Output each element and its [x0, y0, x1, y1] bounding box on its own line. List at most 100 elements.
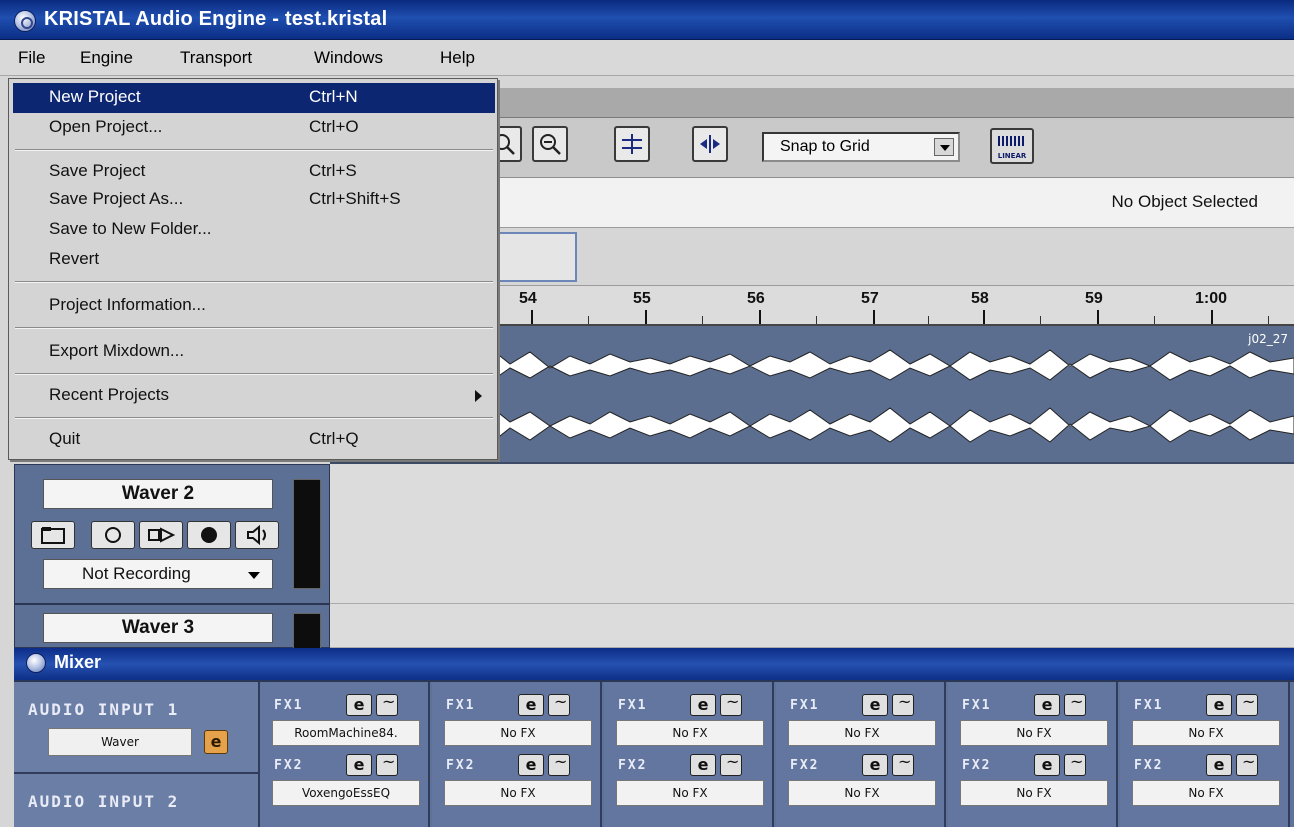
info-strip: No Object Selected [495, 178, 1294, 228]
menu-item-label: Quit [49, 429, 81, 448]
mute-icon[interactable] [91, 521, 135, 549]
menu-item-recent-projects[interactable]: Recent Projects [13, 381, 495, 411]
fx2-label: FX2 [274, 758, 304, 773]
fx2-edit-button[interactable]: e [862, 754, 888, 776]
fx1-bypass-icon[interactable] [1064, 692, 1086, 716]
menu-item-label: New Project [49, 87, 141, 106]
fx1-edit-button[interactable]: e [346, 694, 372, 716]
ruler-minor-tick [702, 316, 703, 324]
track-header[interactable]: Waver 2 Not Recording [14, 464, 330, 604]
menu-item-save-project[interactable]: Save Project Ctrl+S [13, 157, 495, 187]
fx2-label: FX2 [790, 758, 820, 773]
audio-input-label: AUDIO INPUT 1 [28, 700, 180, 719]
fx1-edit-button[interactable]: e [690, 694, 716, 716]
fx1-bypass-icon[interactable] [892, 692, 914, 716]
chevron-down-icon[interactable] [934, 138, 954, 156]
ruler-minor-tick [928, 316, 929, 324]
track-lane[interactable] [330, 464, 1294, 604]
menu-item-export-mixdown[interactable]: Export Mixdown... [13, 337, 495, 367]
fx2-edit-button[interactable]: e [1206, 754, 1232, 776]
fx1-slot[interactable]: No FX [788, 720, 936, 746]
fx1-slot[interactable]: No FX [444, 720, 592, 746]
fx1-edit-button[interactable]: e [1206, 694, 1232, 716]
menu-item-project-information[interactable]: Project Information... [13, 291, 495, 321]
fx2-edit-button[interactable]: e [1034, 754, 1060, 776]
fx2-bypass-icon[interactable] [892, 752, 914, 776]
ruler-tick [645, 310, 647, 324]
menu-item-open-project[interactable]: Open Project... Ctrl+O [13, 113, 495, 143]
fx2-slot[interactable]: VoxengoEssEQ [272, 780, 420, 806]
linear-icon[interactable]: LINEAR [990, 128, 1034, 164]
fx2-bypass-icon[interactable] [1064, 752, 1086, 776]
fx1-slot[interactable]: RoomMachine84. [272, 720, 420, 746]
fx2-label: FX2 [618, 758, 648, 773]
fx1-bypass-icon[interactable] [1236, 692, 1258, 716]
edit-input-button[interactable]: e [204, 730, 228, 754]
menu-engine[interactable]: Engine [80, 48, 133, 68]
menu-help[interactable]: Help [440, 48, 475, 68]
zoom-out-icon[interactable] [532, 126, 568, 162]
fx2-bypass-icon[interactable] [376, 752, 398, 776]
split-icon[interactable] [614, 126, 650, 162]
fx1-edit-button[interactable]: e [518, 694, 544, 716]
overview-selection[interactable] [495, 232, 577, 282]
menu-transport[interactable]: Transport [180, 48, 252, 68]
menu-item-new-project[interactable]: New Project Ctrl+N [13, 83, 495, 113]
input-source-field[interactable]: Waver [48, 728, 192, 756]
fx2-bypass-icon[interactable] [720, 752, 742, 776]
fx1-bypass-icon[interactable] [376, 692, 398, 716]
record-icon[interactable] [187, 521, 231, 549]
ruler-label: 1:00 [1195, 290, 1228, 307]
menu-item-shortcut: Ctrl+Shift+S [309, 189, 401, 208]
menu-divider [15, 149, 493, 151]
fx2-bypass-icon[interactable] [548, 752, 570, 776]
fx1-slot[interactable]: No FX [616, 720, 764, 746]
overview-strip[interactable] [495, 228, 1294, 286]
fx2-slot[interactable]: No FX [1132, 780, 1280, 806]
fx2-slot[interactable]: No FX [960, 780, 1108, 806]
fx1-edit-button[interactable]: e [1034, 694, 1060, 716]
track-name[interactable]: Waver 2 [43, 479, 273, 509]
level-meter [293, 479, 321, 589]
fx1-slot[interactable]: No FX [1132, 720, 1280, 746]
menu-item-label: Save Project As... [49, 189, 184, 208]
ruler-tick [1097, 310, 1099, 324]
timeline-ruler[interactable]: 54 55 56 57 58 59 1:00 [495, 286, 1294, 326]
fx2-edit-button[interactable]: e [346, 754, 372, 776]
track-header[interactable]: Waver 3 [14, 604, 330, 649]
menu-item-revert[interactable]: Revert [13, 245, 495, 275]
input-monitor-icon[interactable] [139, 521, 183, 549]
mixer-title-bar: Mixer [14, 648, 1294, 680]
fx1-bypass-icon[interactable] [548, 692, 570, 716]
folder-icon[interactable] [31, 521, 75, 549]
fx1-edit-button[interactable]: e [862, 694, 888, 716]
fx2-slot[interactable]: No FX [788, 780, 936, 806]
fx2-edit-button[interactable]: e [518, 754, 544, 776]
fx1-bypass-icon[interactable] [720, 692, 742, 716]
track-lane[interactable] [330, 604, 1294, 648]
title-bar: KRISTAL Audio Engine - test.kristal [0, 0, 1294, 40]
fx2-edit-button[interactable]: e [690, 754, 716, 776]
ruler-tick [983, 310, 985, 324]
track-name[interactable]: Waver 3 [43, 613, 273, 643]
fx1-slot[interactable]: No FX [960, 720, 1108, 746]
fx2-slot[interactable]: No FX [444, 780, 592, 806]
fx2-bypass-icon[interactable] [1236, 752, 1258, 776]
audio-input-column: AUDIO INPUT 1 Waver e AUDIO INPUT 2 [14, 682, 260, 827]
record-mode-select[interactable]: Not Recording [43, 559, 273, 589]
menu-item-label: Export Mixdown... [49, 341, 185, 360]
menu-windows[interactable]: Windows [314, 48, 383, 68]
menu-item-quit[interactable]: Quit Ctrl+Q [13, 425, 495, 455]
mixer-logo-icon [26, 653, 46, 673]
snap-mode-select[interactable]: Snap to Grid [762, 132, 960, 162]
app-logo-icon [14, 10, 36, 32]
ruler-minor-tick [588, 316, 589, 324]
fx2-slot[interactable]: No FX [616, 780, 764, 806]
speaker-icon[interactable] [235, 521, 279, 549]
ruler-tick [873, 310, 875, 324]
menu-bar: File Engine Transport Windows Help [0, 40, 1294, 76]
menu-item-save-to-new-folder[interactable]: Save to New Folder... [13, 215, 495, 245]
menu-item-save-project-as[interactable]: Save Project As... Ctrl+Shift+S [13, 185, 495, 215]
menu-file[interactable]: File [18, 48, 45, 68]
merge-icon[interactable] [692, 126, 728, 162]
